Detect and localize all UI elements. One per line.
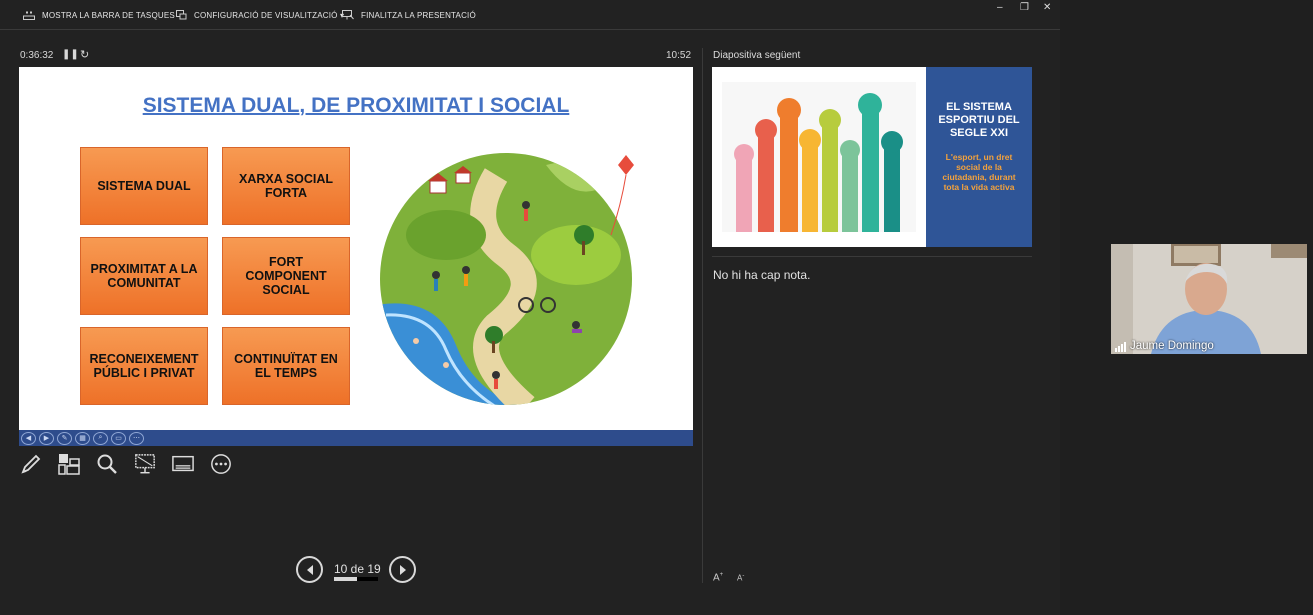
next-slide-label: Diapositiva següent	[713, 50, 801, 61]
notes-divider	[712, 256, 1032, 257]
next-slide-button[interactable]	[389, 556, 416, 583]
more-icon[interactable]	[210, 452, 232, 476]
participant-video-tile[interactable]: Jaume Domingo	[1111, 244, 1307, 354]
end-slideshow-icon	[341, 10, 355, 20]
subtitles-icon[interactable]	[172, 452, 194, 476]
close-button[interactable]: ✕	[1043, 2, 1051, 13]
taskbar-icon	[22, 10, 36, 20]
decrease-font-icon[interactable]: A-	[737, 573, 744, 583]
display-settings-icon	[174, 10, 188, 20]
slide-progress-bar	[334, 577, 378, 581]
raised-hands-illustration	[722, 82, 916, 232]
zoom-icon[interactable]: ⌕	[93, 431, 108, 445]
slides-icon[interactable]: ▦	[75, 431, 90, 445]
slide-control-bar: ◀ ▶ ✎ ▦ ⌕ ▭ ⋯	[19, 430, 693, 446]
show-taskbar-button[interactable]: MOSTRA LA BARRA DE TASQUES	[22, 10, 175, 20]
end-presentation-button[interactable]: FINALITZA LA PRESENTACIÓ	[341, 10, 476, 20]
more-icon[interactable]: ⋯	[129, 431, 144, 445]
display-settings-label: CONFIGURACIÓ DE VISUALITZACIÓ ▾	[194, 10, 345, 20]
elapsed-timer: 0:36:32	[20, 50, 54, 61]
increase-font-icon[interactable]: A+	[713, 572, 723, 583]
sports-globe-illustration	[376, 145, 636, 407]
zoom-icon[interactable]	[96, 452, 118, 476]
minimize-button[interactable]: –	[997, 2, 1003, 13]
presenter-view: MOSTRA LA BARRA DE TASQUES CONFIGURACIÓ …	[0, 0, 1060, 615]
chevron-right-icon	[399, 564, 406, 575]
current-slide[interactable]: SISTEMA DUAL, DE PROXIMITAT I SOCIAL SIS…	[19, 67, 693, 446]
slide-counter[interactable]: 10 de 19	[334, 562, 381, 576]
black-screen-icon[interactable]	[134, 452, 156, 476]
slide-box-3: PROXIMITAT A LA COMUNITAT	[80, 237, 208, 315]
presenter-tools	[20, 452, 232, 476]
signal-strength-icon	[1115, 341, 1126, 352]
pause-icon[interactable]: ❚❚	[62, 49, 79, 60]
slide-title: SISTEMA DUAL, DE PROXIMITAT I SOCIAL	[142, 94, 570, 117]
pen-icon[interactable]	[20, 452, 42, 476]
next-slide-subtitle: L'esport, un dret social de la ciutadani…	[942, 152, 1016, 192]
restore-button[interactable]: ❐	[1020, 2, 1029, 13]
next-slide-preview[interactable]: EL SISTEMA ESPORTIU DEL SEGLE XXI L'espo…	[712, 67, 1032, 247]
pane-divider	[702, 48, 703, 583]
previous-slide-button[interactable]	[296, 556, 323, 583]
end-presentation-label: FINALITZA LA PRESENTACIÓ	[361, 10, 476, 20]
chevron-left-icon	[306, 564, 313, 575]
slides-grid-icon[interactable]	[58, 452, 80, 476]
slide-box-4: FORT COMPONENT SOCIAL	[222, 237, 350, 315]
show-taskbar-label: MOSTRA LA BARRA DE TASQUES	[42, 10, 175, 20]
next-slide-title-panel: EL SISTEMA ESPORTIU DEL SEGLE XXI L'espo…	[926, 67, 1032, 247]
top-toolbar: MOSTRA LA BARRA DE TASQUES CONFIGURACIÓ …	[0, 0, 1060, 30]
participant-name: Jaume Domingo	[1130, 340, 1214, 352]
increase-font-label: A	[713, 572, 720, 584]
clock: 10:52	[666, 50, 692, 61]
participant-name-tag: Jaume Domingo	[1115, 340, 1214, 352]
slide-box-6: CONTINUÏTAT EN EL TEMPS	[222, 327, 350, 405]
slide-progress-fill	[334, 577, 358, 581]
display-settings-button[interactable]: CONFIGURACIÓ DE VISUALITZACIÓ ▾	[174, 10, 344, 20]
slide-box-1: SISTEMA DUAL	[80, 147, 208, 225]
slide-box-5: RECONEIXEMENT PÚBLIC I PRIVAT	[80, 327, 208, 405]
pen-icon[interactable]: ✎	[57, 431, 72, 445]
speaker-notes[interactable]: No hi ha cap nota.	[713, 268, 810, 282]
next-slide-icon[interactable]: ▶	[39, 431, 54, 445]
participant-video	[1111, 244, 1307, 354]
previous-slide-icon[interactable]: ◀	[21, 431, 36, 445]
restart-timer-icon[interactable]: ↻	[80, 48, 89, 61]
next-slide-title: EL SISTEMA ESPORTIU DEL SEGLE XXI	[938, 101, 1020, 139]
slide-box-2: XARXA SOCIAL FORTA	[222, 147, 350, 225]
subtitles-icon[interactable]: ▭	[111, 431, 126, 445]
